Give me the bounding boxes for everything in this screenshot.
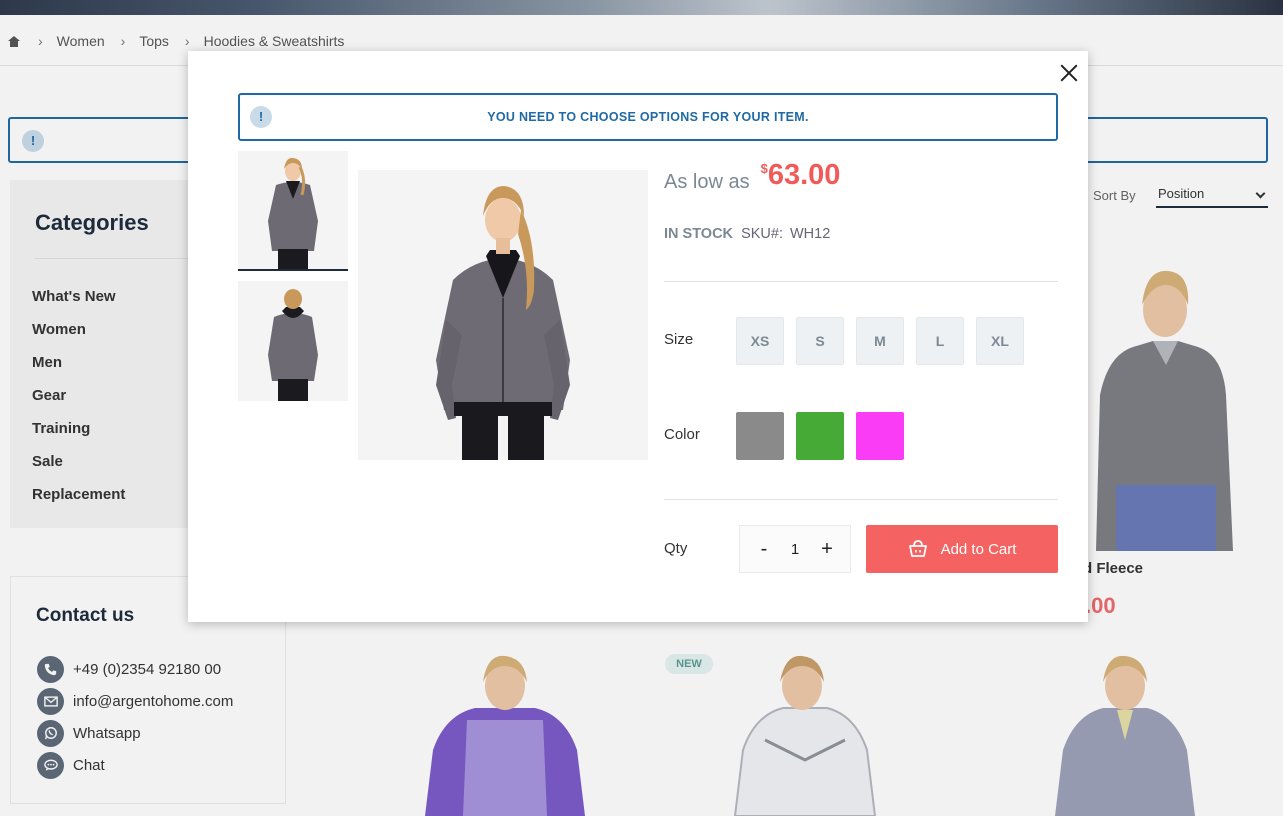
divider <box>664 499 1058 500</box>
stock-sku-row: IN STOCK SKU#: WH12 <box>664 226 830 242</box>
price-value: 63.00 <box>767 159 841 191</box>
close-icon[interactable] <box>1059 63 1079 83</box>
options-alert: ! YOU NEED TO CHOOSE OPTIONS FOR YOUR IT… <box>238 93 1058 141</box>
size-option-l[interactable]: L <box>916 317 964 365</box>
qty-input[interactable] <box>780 535 810 563</box>
quick-view-modal: ! YOU NEED TO CHOOSE OPTIONS FOR YOUR IT… <box>188 51 1088 622</box>
qty-decrease-button[interactable]: - <box>749 526 779 572</box>
size-label: Size <box>664 331 694 348</box>
thumbnail-back[interactable] <box>238 281 348 401</box>
qty-increase-button[interactable]: + <box>812 526 842 572</box>
color-option-purple[interactable] <box>856 412 904 460</box>
color-option-gray[interactable] <box>736 412 784 460</box>
price-label: As low as <box>664 171 750 193</box>
sku-value: WH12 <box>789 226 831 242</box>
size-option-s[interactable]: S <box>796 317 844 365</box>
divider <box>664 281 1058 282</box>
add-to-cart-label: Add to Cart <box>940 540 1017 558</box>
stock-status: IN STOCK <box>664 226 734 242</box>
basket-icon <box>908 540 927 557</box>
product-main-image[interactable] <box>358 170 648 460</box>
size-option-xs[interactable]: XS <box>736 317 784 365</box>
color-label: Color <box>664 426 700 443</box>
options-alert-text: YOU NEED TO CHOOSE OPTIONS FOR YOUR ITEM… <box>487 110 809 124</box>
price-currency: $ <box>760 161 768 176</box>
price-block: As low as $ 63.00 <box>664 159 840 194</box>
sku-label: SKU#: <box>741 226 783 242</box>
color-option-green[interactable] <box>796 412 844 460</box>
size-option-m[interactable]: M <box>856 317 904 365</box>
qty-label: Qty <box>664 540 688 557</box>
thumbnail-front[interactable] <box>238 151 348 271</box>
quantity-stepper: - + <box>739 525 851 573</box>
size-option-xl[interactable]: XL <box>976 317 1024 365</box>
add-to-cart-button[interactable]: Add to Cart <box>866 525 1058 573</box>
